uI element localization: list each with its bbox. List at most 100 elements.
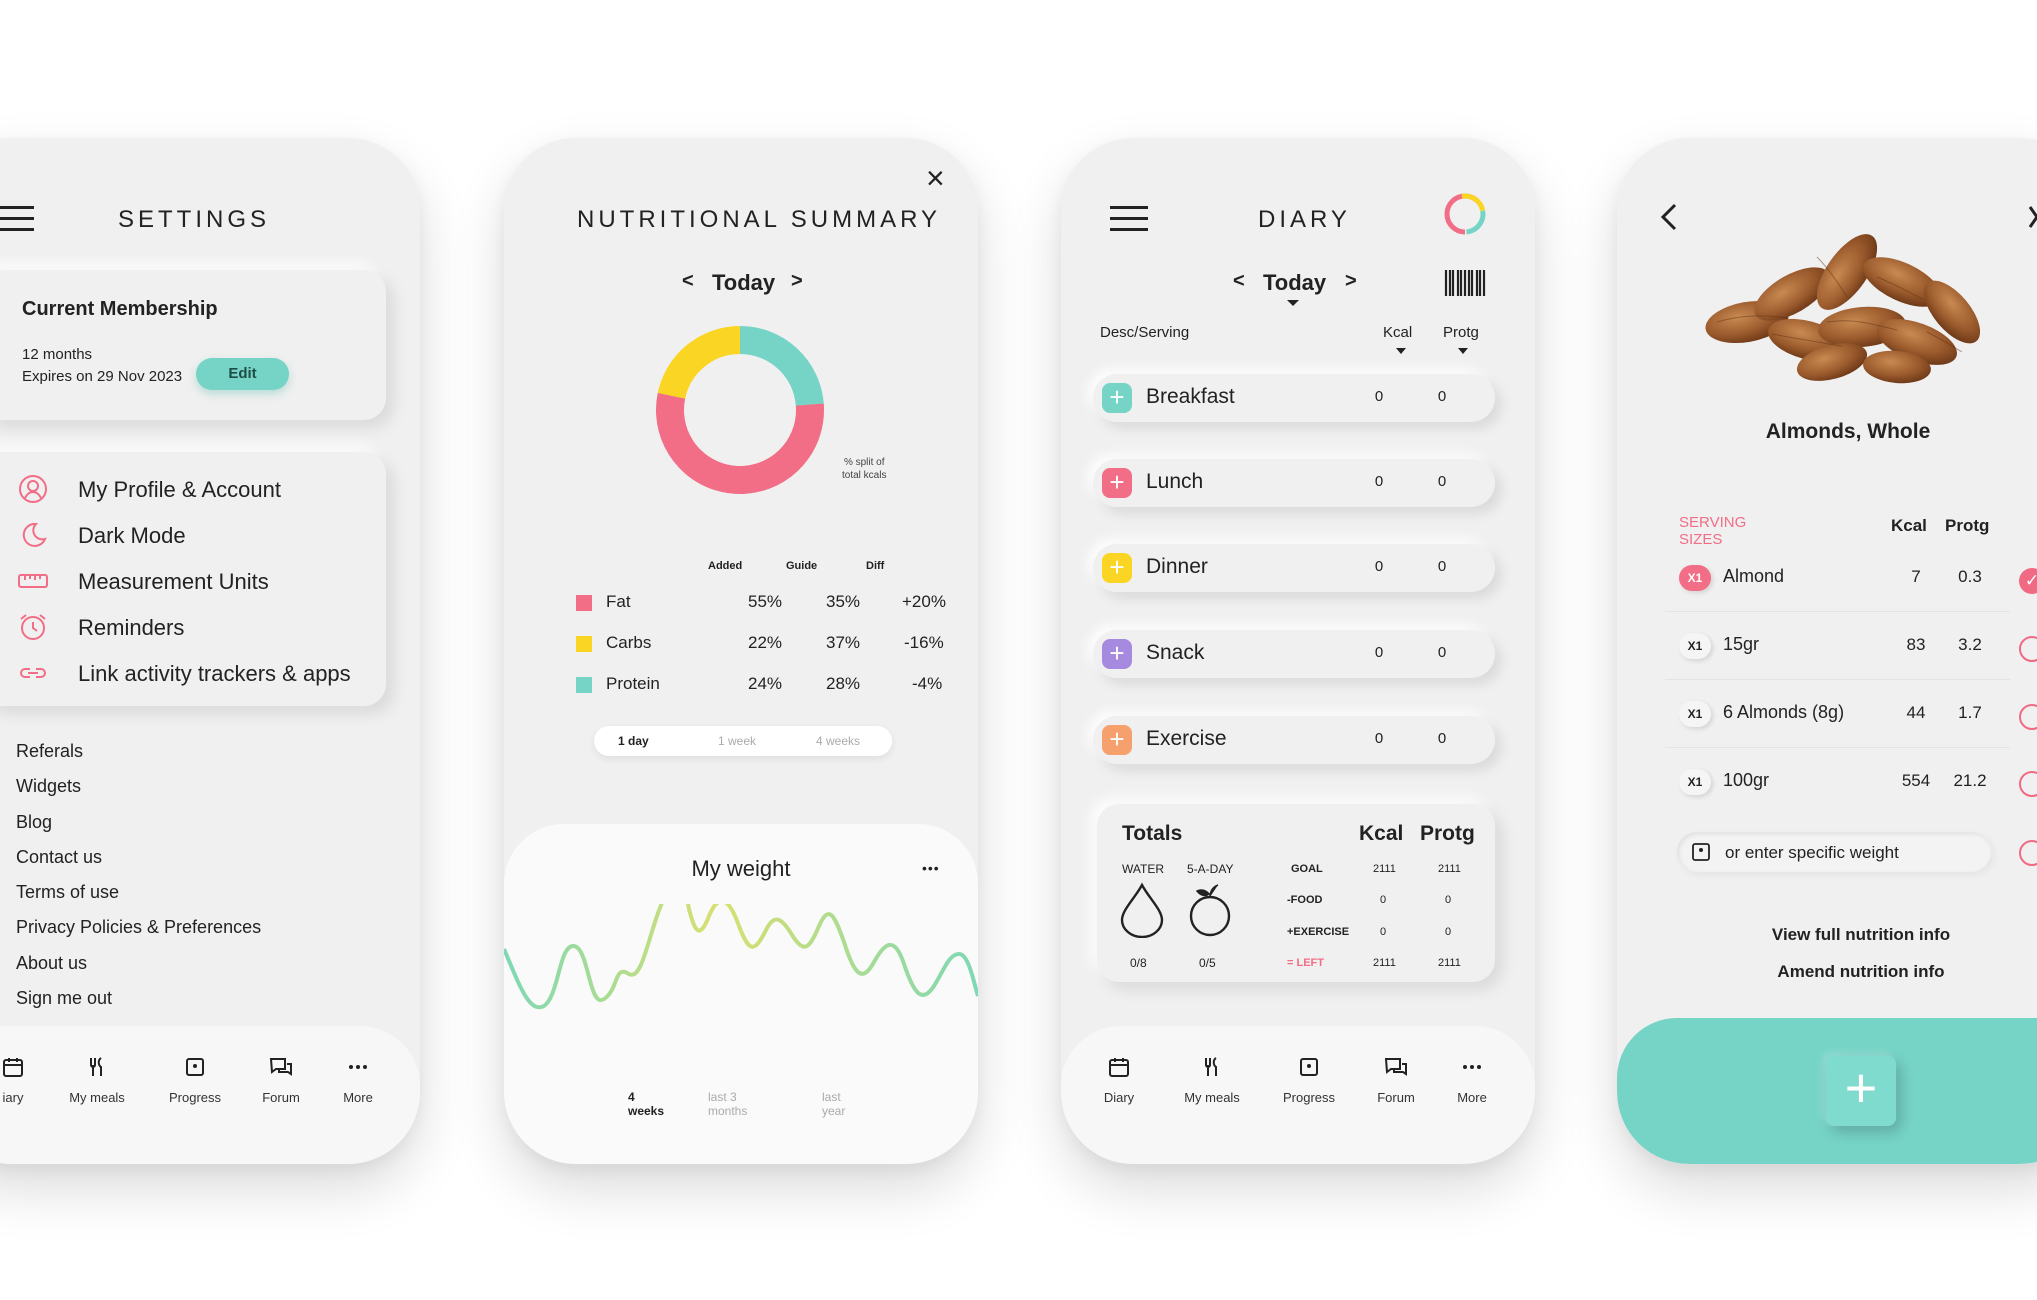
select-100gr-radio[interactable] [2019, 771, 2037, 797]
meal-row-exercise[interactable]: + Exercise 0 0 [1093, 716, 1495, 764]
link-blog[interactable]: Blog [16, 805, 261, 840]
water-drop-icon[interactable] [1119, 882, 1165, 938]
progress-icon [1300, 1058, 1318, 1076]
meal-kcal: 0 [1374, 388, 1384, 405]
next-day-button[interactable]: > [1345, 270, 1357, 293]
nav-my-meals[interactable]: My meals [1167, 1056, 1257, 1105]
apple-icon[interactable] [1187, 882, 1233, 938]
col-desc: Desc/Serving [1100, 324, 1190, 341]
nav-diary[interactable]: Diary [1074, 1056, 1164, 1105]
menu-hamburger-icon[interactable] [0, 206, 34, 239]
totals-food-label: -FOOD [1287, 894, 1323, 906]
add-breakfast-icon[interactable]: + [1102, 383, 1132, 413]
meal-row-dinner[interactable]: + Dinner 0 0 [1093, 544, 1495, 592]
nav-label: More [1457, 1090, 1487, 1105]
more-dots-icon [1463, 1065, 1481, 1069]
meal-row-snack[interactable]: + Snack 0 0 [1093, 630, 1495, 678]
nutritional-summary-screen: × NUTRITIONAL SUMMARY < Today > % split … [504, 138, 978, 1164]
nav-more[interactable]: More [1427, 1056, 1517, 1105]
calendar-icon [1109, 1058, 1129, 1077]
next-day-button[interactable]: > [791, 270, 803, 293]
prev-day-button[interactable]: < [1233, 270, 1245, 293]
serving-row-100gr[interactable]: X1 100gr 554 21.2 [1665, 748, 2010, 816]
add-exercise-icon[interactable]: + [1102, 725, 1132, 755]
link-referals[interactable]: Referals [16, 734, 261, 769]
header-added: Added [708, 560, 743, 572]
five-a-day-label: 5-A-DAY [1187, 862, 1234, 876]
qty-badge[interactable]: X1 [1679, 769, 1711, 795]
barcode-scanner-icon[interactable] [1444, 269, 1486, 297]
nav-more[interactable]: More [313, 1056, 403, 1105]
menu-item-reminders[interactable]: Reminders [18, 610, 378, 646]
meal-name: Exercise [1146, 727, 1227, 750]
link-contact[interactable]: Contact us [16, 840, 261, 875]
nav-label: More [343, 1090, 373, 1105]
qty-badge[interactable]: X1 [1679, 633, 1711, 659]
serving-kcal: 44 [1906, 703, 1926, 722]
add-food-button[interactable]: + [1826, 1056, 1896, 1126]
meal-kcal: 0 [1374, 558, 1384, 575]
header-diff: Diff [866, 560, 885, 572]
link-privacy[interactable]: Privacy Policies & Preferences [16, 910, 261, 945]
link-sign-out[interactable]: Sign me out [16, 981, 261, 1016]
range-4-weeks[interactable]: 4 weeks [628, 1090, 664, 1118]
totals-card: Totals Kcal Protg WATER 5-A-DAY 0/8 0/5 … [1097, 804, 1495, 982]
membership-heading: Current Membership [22, 298, 218, 320]
serving-row-15gr[interactable]: X1 15gr 83 3.2 [1665, 612, 2010, 680]
meal-row-lunch[interactable]: + Lunch 0 0 [1093, 459, 1495, 507]
food-name: Almonds, Whole [1765, 420, 1931, 443]
meal-name: Snack [1146, 641, 1205, 664]
add-dinner-icon[interactable]: + [1102, 553, 1132, 583]
period-selector: 1 day 1 week 4 weeks [594, 726, 892, 756]
qty-badge[interactable]: X1 [1679, 565, 1711, 591]
period-1-day[interactable]: 1 day [618, 734, 649, 748]
period-1-week[interactable]: 1 week [718, 734, 756, 748]
select-6-almonds-radio[interactable] [2019, 704, 2037, 730]
serving-row-almond[interactable]: X1 Almond 7 0.3 [1665, 544, 2010, 612]
meal-prot: 0 [1437, 558, 1447, 575]
totals-left-prot: 2111 [1438, 957, 1461, 969]
add-lunch-icon[interactable]: + [1102, 468, 1132, 498]
add-snack-icon[interactable]: + [1102, 639, 1132, 669]
range-3-months[interactable]: last 3 months [708, 1090, 747, 1118]
date-dropdown-icon[interactable] [1287, 300, 1299, 306]
view-full-nutrition-link[interactable]: View full nutrition info [1617, 925, 2037, 945]
prev-day-button[interactable]: < [682, 270, 694, 293]
select-specific-weight-radio[interactable] [2019, 840, 2037, 866]
link-widgets[interactable]: Widgets [16, 769, 261, 804]
meal-row-breakfast[interactable]: + Breakfast 0 0 [1093, 374, 1495, 422]
menu-item-link-trackers[interactable]: Link activity trackers & apps [18, 656, 378, 692]
serving-row-6-almonds[interactable]: X1 6 Almonds (8g) 44 1.7 [1665, 680, 2010, 748]
menu-item-profile[interactable]: My Profile & Account [18, 472, 378, 508]
macro-diff: +20% [902, 592, 946, 611]
macro-donut-chart [656, 326, 824, 494]
menu-hamburger-icon[interactable] [1110, 206, 1148, 239]
macro-ring-icon[interactable] [1441, 190, 1489, 238]
col-kcal[interactable]: Kcal [1383, 324, 1412, 341]
specific-weight-input[interactable]: or enter specific weight [1677, 832, 1991, 872]
amend-nutrition-link[interactable]: Amend nutrition info [1617, 962, 2037, 982]
totals-goal-prot: 2111 [1438, 863, 1461, 875]
close-icon[interactable]: × [926, 160, 945, 197]
nav-my-meals[interactable]: My meals [52, 1056, 142, 1105]
col-prot[interactable]: Protg [1443, 324, 1479, 341]
nav-progress[interactable]: Progress [150, 1056, 240, 1105]
chat-icon [1384, 1058, 1407, 1076]
close-icon[interactable] [2027, 202, 2037, 232]
edit-membership-button[interactable]: Edit [196, 358, 289, 390]
weight-more-button[interactable]: ••• [922, 860, 940, 876]
nav-diary[interactable]: iary [0, 1056, 58, 1105]
sort-prot-icon[interactable] [1458, 348, 1468, 354]
period-4-weeks[interactable]: 4 weeks [816, 734, 860, 748]
selected-check-icon[interactable]: ✓ [2019, 568, 2037, 594]
link-terms[interactable]: Terms of use [16, 875, 261, 910]
link-about[interactable]: About us [16, 946, 261, 981]
back-chevron-icon[interactable] [1659, 202, 1679, 232]
qty-badge[interactable]: X1 [1679, 701, 1711, 727]
nav-progress[interactable]: Progress [1264, 1056, 1354, 1105]
select-15gr-radio[interactable] [2019, 636, 2037, 662]
menu-item-dark-mode[interactable]: Dark Mode [18, 518, 378, 554]
range-last-year[interactable]: last year [822, 1090, 845, 1118]
menu-item-units[interactable]: Measurement Units [18, 564, 378, 600]
sort-kcal-icon[interactable] [1396, 348, 1406, 354]
